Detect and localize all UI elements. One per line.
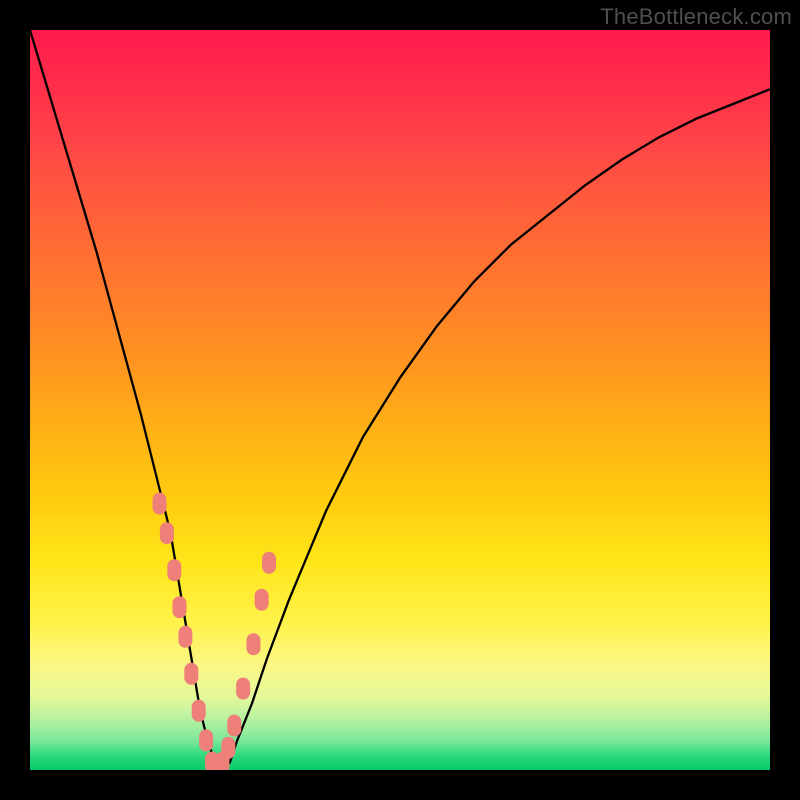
curve-marker [178,626,192,648]
curve-marker [184,663,198,685]
curve-marker [255,589,269,611]
curve-marker [262,552,276,574]
curve-marker [236,678,250,700]
plot-area [30,30,770,770]
curve-marker [160,522,174,544]
attribution-label: TheBottleneck.com [600,4,792,30]
curve-marker [192,700,206,722]
curve-markers [153,493,277,770]
curve-path [30,30,770,770]
curve-marker [167,559,181,581]
curve-marker [172,596,186,618]
curve-marker [227,715,241,737]
curve-marker [246,633,260,655]
curve-marker [199,729,213,751]
curve-marker [221,737,235,759]
chart-frame: TheBottleneck.com [0,0,800,800]
bottleneck-curve [30,30,770,770]
curve-marker [153,493,167,515]
